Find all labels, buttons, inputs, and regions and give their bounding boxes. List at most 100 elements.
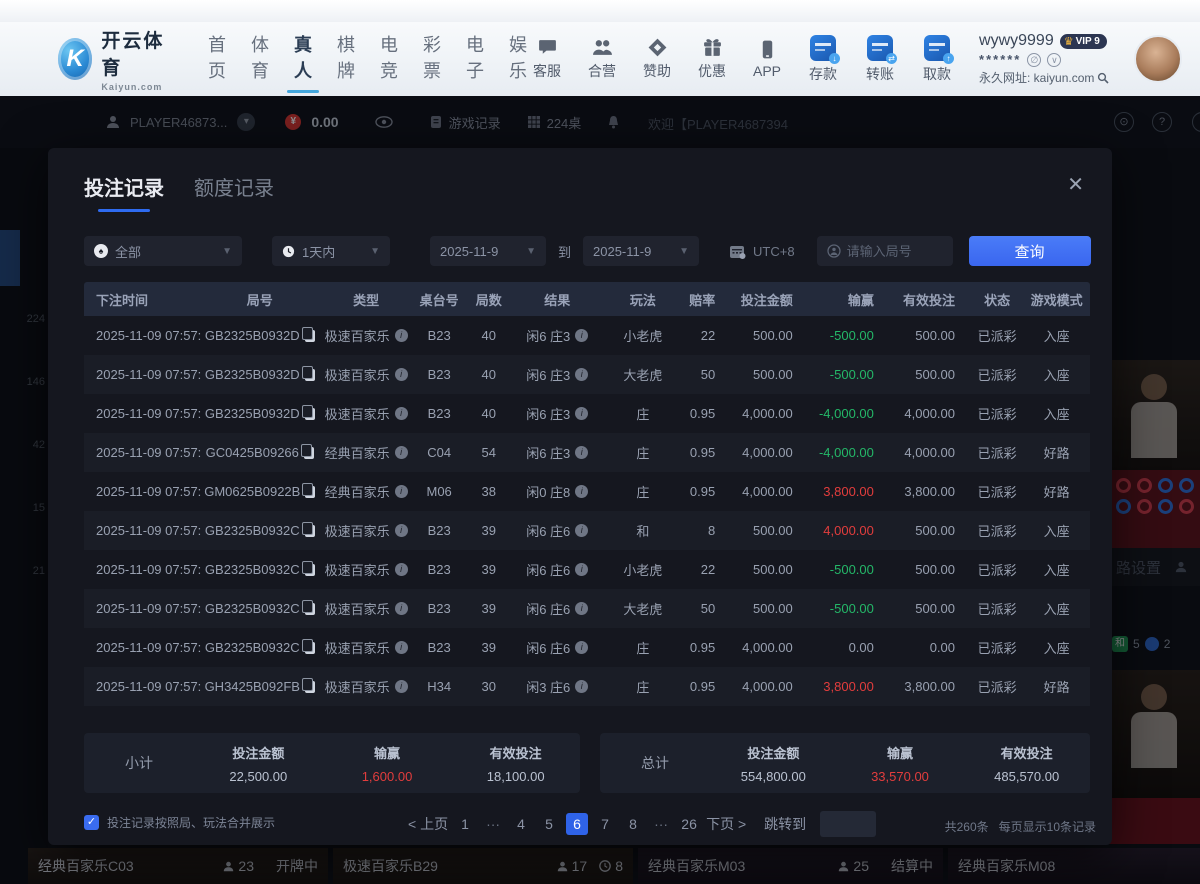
info-icon[interactable] (575, 368, 588, 381)
nav-item[interactable]: 娱乐 (509, 31, 527, 87)
brand-logo[interactable]: K 开云体育 Kaiyun.com (58, 26, 170, 92)
withdraw-link[interactable]: ↑ 取款 (916, 35, 958, 84)
info-icon[interactable] (395, 446, 408, 459)
copy-icon[interactable] (305, 681, 315, 693)
sponsor-link[interactable]: 赞助 (637, 37, 677, 81)
info-icon[interactable] (395, 680, 408, 693)
cell-play: 小老虎 (601, 550, 684, 589)
service-link[interactable]: 客服 (527, 37, 567, 81)
merge-toggle-row: 投注记录按照局、玩法合并展示 (84, 814, 275, 831)
copy-icon[interactable] (305, 525, 315, 537)
cell-valid: 500.00 (890, 316, 971, 355)
chevron-down-icon: ▼ (518, 246, 536, 257)
cell-round-id: GB2325B0932C (201, 511, 318, 550)
info-icon[interactable] (395, 329, 408, 342)
close-icon[interactable]: ✕ (1067, 172, 1084, 197)
next-page-button[interactable]: 下页 > (706, 814, 746, 834)
nav-item[interactable]: 电竞 (380, 31, 398, 87)
partner-link[interactable]: 合营 (582, 37, 622, 81)
info-icon[interactable] (575, 524, 588, 537)
info-icon[interactable] (395, 485, 408, 498)
info-icon[interactable] (395, 563, 408, 576)
transfer-link[interactable]: ⇄ 转账 (859, 35, 901, 84)
info-icon[interactable] (575, 680, 588, 693)
copy-icon[interactable] (305, 564, 315, 576)
page-button[interactable]: 1 (454, 813, 476, 835)
nav-item[interactable]: 首页 (208, 31, 226, 87)
cell-play: 小老虎 (601, 316, 684, 355)
info-icon[interactable] (395, 368, 408, 381)
transfer-label: 转账 (866, 64, 894, 84)
page-button[interactable]: ··· (482, 813, 504, 835)
table-body: 2025-11-09 07:57:47 GB2325B0932D 极速百家乐 B… (84, 316, 1090, 706)
info-icon[interactable] (395, 407, 408, 420)
cell-status: 已派彩 (971, 667, 1023, 706)
promo-link[interactable]: 优惠 (692, 37, 732, 81)
page-button[interactable]: 5 (538, 813, 560, 835)
magnifier-icon[interactable] (1097, 72, 1109, 84)
game-type-dropdown[interactable]: ♠ 全部▼ (84, 236, 242, 266)
nav-item[interactable]: 彩票 (423, 31, 441, 87)
copy-icon[interactable] (304, 447, 314, 459)
avatar[interactable] (1134, 35, 1182, 83)
page-button[interactable]: 7 (594, 813, 616, 835)
cell-odds: 22 (684, 316, 731, 355)
page-button[interactable]: 4 (510, 813, 532, 835)
cell-status: 已派彩 (971, 394, 1023, 433)
copy-icon[interactable] (305, 486, 315, 498)
brand-logo-icon: K (58, 38, 92, 80)
prev-page-button[interactable]: < 上页 (408, 814, 448, 834)
info-icon[interactable] (575, 446, 588, 459)
table-row: 2025-11-09 07:57:44 GC0425B09266 经典百家乐 C… (84, 433, 1090, 472)
info-icon[interactable] (575, 407, 588, 420)
info-icon[interactable] (575, 602, 588, 615)
info-icon[interactable] (575, 563, 588, 576)
copy-icon[interactable] (305, 408, 315, 420)
header-table-no: 桌台号 (414, 282, 464, 316)
copy-icon[interactable] (305, 642, 315, 654)
date-from-picker[interactable]: 2025-11-9▼ (430, 236, 546, 266)
copy-icon[interactable] (305, 330, 315, 342)
app-link[interactable]: APP (747, 39, 787, 79)
nav-item[interactable]: 真人 (294, 31, 312, 87)
modal-tab[interactable]: 额度记录 (194, 172, 274, 201)
info-icon[interactable] (575, 329, 588, 342)
info-icon[interactable] (575, 485, 588, 498)
date-to-picker[interactable]: 2025-11-9▼ (583, 236, 699, 266)
copy-icon[interactable] (305, 369, 315, 381)
nav-item[interactable]: 电子 (466, 31, 484, 87)
page-button[interactable]: 8 (622, 813, 644, 835)
page-button[interactable]: ··· (650, 813, 672, 835)
eye-off-icon[interactable]: ∅ (1027, 53, 1041, 67)
cell-mode: 入座 (1023, 394, 1090, 433)
partner-label: 合营 (588, 61, 616, 81)
cell-game-type: 极速百家乐 (318, 628, 414, 667)
info-icon[interactable] (575, 641, 588, 654)
nav-item[interactable]: 体育 (251, 31, 269, 87)
info-icon[interactable] (395, 602, 408, 615)
header-valid: 有效投注 (890, 282, 971, 316)
cell-play: 庄 (601, 628, 684, 667)
cell-round-id: GB2325B0932D (201, 355, 318, 394)
round-search-input[interactable] (847, 244, 943, 259)
nav-item[interactable]: 棋牌 (337, 31, 355, 87)
cell-round-id: GH3425B092FB (201, 667, 318, 706)
page-button[interactable]: 6 (566, 813, 588, 835)
page-button[interactable]: 26 (678, 813, 700, 835)
merge-checkbox[interactable] (84, 815, 99, 830)
info-icon[interactable] (395, 641, 408, 654)
deposit-link[interactable]: ↓ 存款 (802, 35, 844, 84)
screen: K 开云体育 Kaiyun.com 首页 体育 真人 棋牌 电竞 彩票 电子 (0, 0, 1200, 884)
sponsor-label: 赞助 (643, 61, 671, 81)
jump-page-input[interactable] (820, 811, 876, 837)
query-button[interactable]: 查询 (969, 236, 1091, 266)
info-icon[interactable] (395, 524, 408, 537)
cell-game-type: 极速百家乐 (318, 316, 414, 355)
cell-status: 已派彩 (971, 511, 1023, 550)
user-block: wywy9999 ♛ VIP 9 ****** ∅ ∨ 永久网址: kaiyun… (979, 32, 1109, 86)
copy-icon[interactable] (305, 603, 315, 615)
modal-tab[interactable]: 投注记录 (84, 172, 164, 201)
cell-amount: 4,000.00 (731, 433, 809, 472)
refresh-icon[interactable]: ∨ (1047, 53, 1061, 67)
time-range-dropdown[interactable]: 1天内▼ (272, 236, 390, 266)
